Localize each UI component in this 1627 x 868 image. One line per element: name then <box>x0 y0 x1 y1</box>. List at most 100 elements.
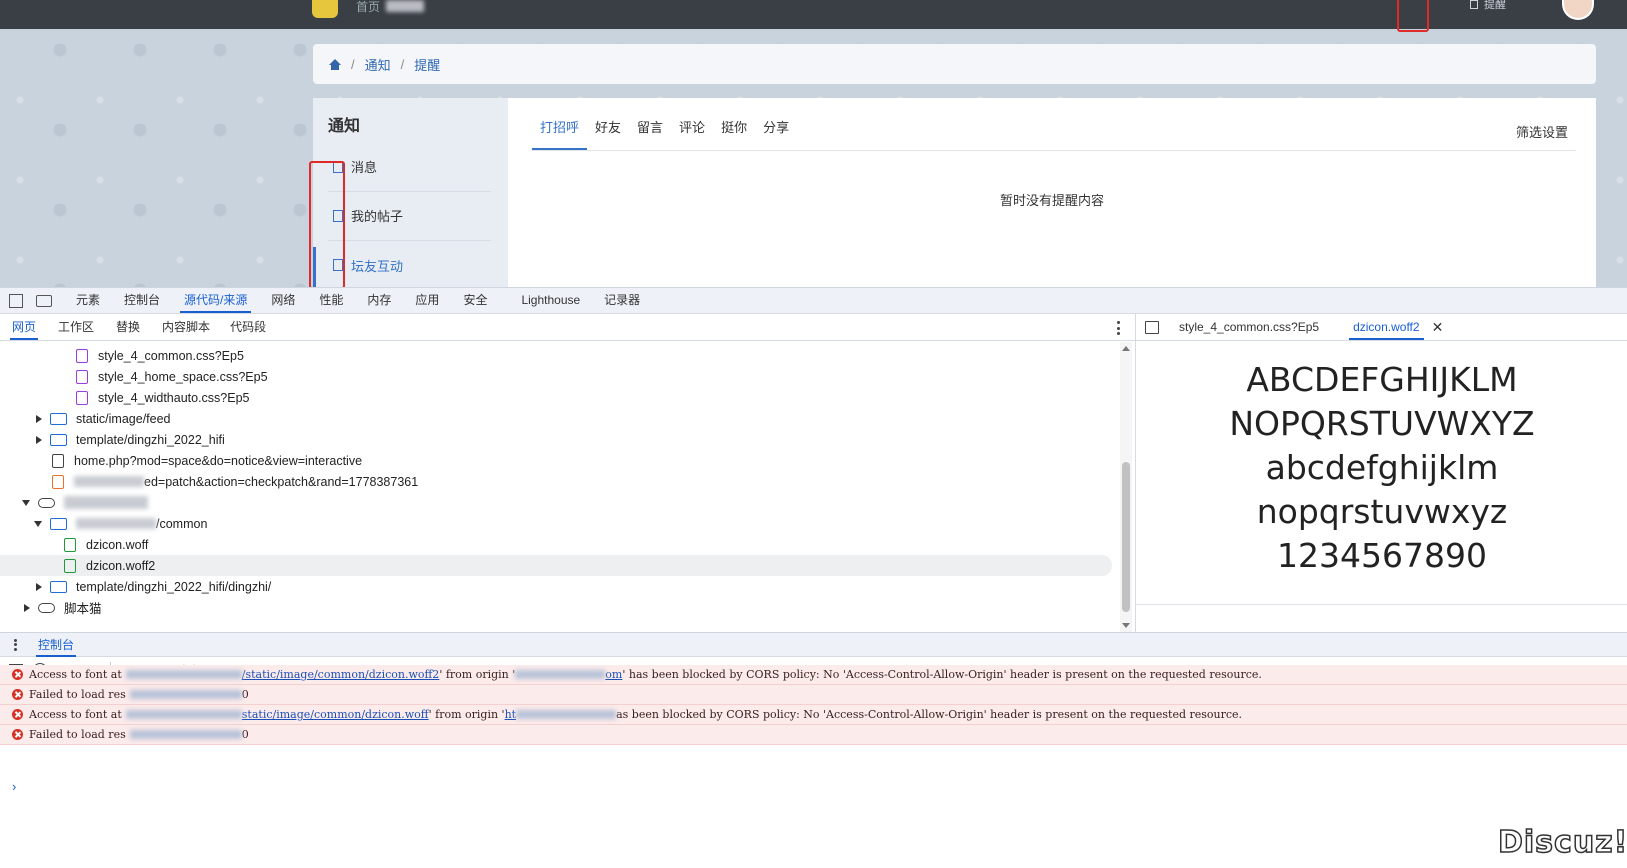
editor-tabs: style_4_common.css?Ep5 dzicon.woff2 ✕ <box>1135 314 1627 341</box>
more-options-icon[interactable] <box>1117 321 1121 335</box>
blurred-text <box>76 518 156 529</box>
tree-item[interactable]: style_4_common.css?Ep5 <box>0 345 1112 366</box>
editor-tab-woff2[interactable]: dzicon.woff2 <box>1349 314 1424 340</box>
devtools-tab-security[interactable]: 安全 <box>459 288 491 313</box>
tree-extension[interactable]: 脚本猫 <box>0 597 1112 618</box>
font-preview-line: nopqrstuvwxyz <box>1256 492 1508 531</box>
devtools-tab-performance[interactable]: 性能 <box>315 288 347 313</box>
tree-domain[interactable] <box>0 492 1112 513</box>
devtools-tab-sources[interactable]: 源代码/来源 <box>180 288 252 313</box>
collapse-arrow-icon[interactable] <box>34 519 44 529</box>
devtools-tab-memory[interactable]: 内存 <box>363 288 395 313</box>
font-preview-line: 1234567890 <box>1277 536 1487 575</box>
error-icon <box>12 729 23 740</box>
editor-tab-css[interactable]: style_4_common.css?Ep5 <box>1175 314 1323 340</box>
site-logo[interactable] <box>312 0 338 18</box>
devtools-tab-console[interactable]: 控制台 <box>120 288 164 313</box>
tree-item[interactable]: dzicon.woff <box>0 534 1112 555</box>
cloud-icon <box>38 497 55 508</box>
tab-greet[interactable]: 打招呼 <box>532 120 588 150</box>
collapse-arrow-icon[interactable] <box>22 498 32 508</box>
tree-scrollbar[interactable] <box>1120 342 1132 632</box>
tab-message[interactable]: 留言 <box>629 120 671 150</box>
expand-arrow-icon[interactable] <box>22 603 32 613</box>
subtab-snippets[interactable]: 代码段 <box>228 314 268 340</box>
sources-file-tree: style_4_common.css?Ep5 style_4_home_spac… <box>0 342 1120 632</box>
devtools-tab-lighthouse[interactable]: Lighthouse <box>517 288 584 313</box>
preview-divider <box>1136 604 1627 605</box>
error-url-link[interactable]: static/image/common/dzicon.woff <box>242 708 429 721</box>
font-preview-line: ABCDEFGHIJKLM <box>1246 360 1518 399</box>
console-error-row: Failed to load res 0 <box>0 685 1627 705</box>
tree-item[interactable]: style_4_widthauto.css?Ep5 <box>0 387 1112 408</box>
annotation-box-icons <box>309 161 345 287</box>
watermark-logo: Discuz! <box>1497 824 1627 861</box>
expand-arrow-icon[interactable] <box>34 435 44 445</box>
sidebar-item-my-posts[interactable]: 我的帖子 <box>328 191 491 241</box>
inspect-element-icon[interactable] <box>9 293 23 308</box>
blurred-text <box>129 730 242 739</box>
empty-message: 暂时没有提醒内容 <box>999 193 1104 208</box>
subtab-workspace[interactable]: 工作区 <box>56 314 96 340</box>
font-preview: ABCDEFGHIJKLM NOPQRSTUVWXYZ abcdefghijkl… <box>1135 341 1627 632</box>
subtab-content-scripts[interactable]: 内容脚本 <box>160 314 212 340</box>
drawer-tab-console[interactable]: 控制台 <box>36 633 77 657</box>
device-toolbar-icon[interactable] <box>36 294 52 307</box>
tab-support[interactable]: 挺你 <box>713 120 755 150</box>
tree-folder[interactable]: template/dingzhi_2022_hifi/dingzhi/ <box>0 576 1112 597</box>
font-file-icon <box>64 558 76 573</box>
tree-item-label: style_4_common.css?Ep5 <box>98 348 244 363</box>
toggle-navigator-icon[interactable] <box>1145 320 1159 334</box>
console-error-row: Access to font at static/image/common/dz… <box>0 705 1627 725</box>
scroll-up-icon[interactable] <box>1122 346 1130 351</box>
scroll-down-icon[interactable] <box>1122 623 1130 628</box>
folder-icon <box>50 580 67 593</box>
blurred-url <box>125 710 242 719</box>
drawer-tabbar: 控制台 <box>0 632 1627 657</box>
tab-share[interactable]: 分享 <box>755 120 797 150</box>
devtools-tab-network[interactable]: 网络 <box>267 288 299 313</box>
subtab-page[interactable]: 网页 <box>10 314 39 340</box>
tab-comment[interactable]: 评论 <box>671 120 713 150</box>
drawer-menu-icon[interactable] <box>14 638 18 651</box>
css-file-icon <box>76 390 88 405</box>
home-icon[interactable] <box>329 58 341 70</box>
breadcrumb-remind[interactable]: 提醒 <box>414 55 440 74</box>
subtab-overrides[interactable]: 替换 <box>114 314 142 340</box>
tree-item[interactable]: style_4_home_space.css?Ep5 <box>0 366 1112 387</box>
remind-label: 提醒 <box>1484 0 1506 11</box>
bell-icon <box>1470 0 1478 9</box>
remind-menu[interactable]: 提醒 <box>1470 0 1506 11</box>
filter-settings-link[interactable]: 筛选设置 <box>1516 122 1568 141</box>
sidebar-item-interaction[interactable]: 坛友互动 <box>328 240 491 287</box>
document-file-icon <box>52 453 64 468</box>
annotation-box-top <box>1397 0 1429 32</box>
sidebar-item-messages[interactable]: 消息 <box>328 142 491 192</box>
avatar[interactable] <box>1562 0 1594 20</box>
error-url-link[interactable]: /static/image/common/dzicon.woff2 <box>242 668 440 681</box>
devtools-tab-recorder[interactable]: 记录器 <box>600 288 644 313</box>
tree-item-label: template/dingzhi_2022_hifi <box>76 432 225 447</box>
nav-home-link[interactable]: 首页 <box>356 0 380 14</box>
tree-item[interactable]: ed=patch&action=checkpatch&rand=17783873… <box>0 471 1112 492</box>
tree-folder[interactable]: template/dingzhi_2022_hifi <box>0 429 1112 450</box>
breadcrumb-notice[interactable]: 通知 <box>365 55 391 74</box>
notice-tabs: 打招呼 好友 留言 评论 挺你 分享 <box>532 120 797 150</box>
blurred-origin <box>516 710 617 719</box>
tree-item[interactable]: home.php?mod=space&do=notice&view=intera… <box>0 450 1112 471</box>
console-prompt-icon[interactable]: › <box>12 779 16 794</box>
devtools-tab-application[interactable]: 应用 <box>411 288 443 313</box>
tree-item-label: dzicon.woff2 <box>86 558 156 573</box>
tree-item-label: 脚本猫 <box>64 602 102 616</box>
close-tab-icon[interactable]: ✕ <box>1432 319 1444 336</box>
expand-arrow-icon[interactable] <box>34 414 44 424</box>
tree-folder[interactable]: /common <box>0 513 1112 534</box>
expand-arrow-icon[interactable] <box>34 582 44 592</box>
tree-item-selected[interactable]: dzicon.woff2 <box>0 555 1112 576</box>
sidebar-item-label: 坛友互动 <box>351 258 404 274</box>
tab-friend[interactable]: 好友 <box>587 120 629 150</box>
tree-folder[interactable]: static/image/feed <box>0 408 1112 429</box>
devtools-tab-elements[interactable]: 元素 <box>72 288 104 313</box>
scroll-thumb[interactable] <box>1122 462 1130 612</box>
css-file-icon <box>76 348 88 363</box>
